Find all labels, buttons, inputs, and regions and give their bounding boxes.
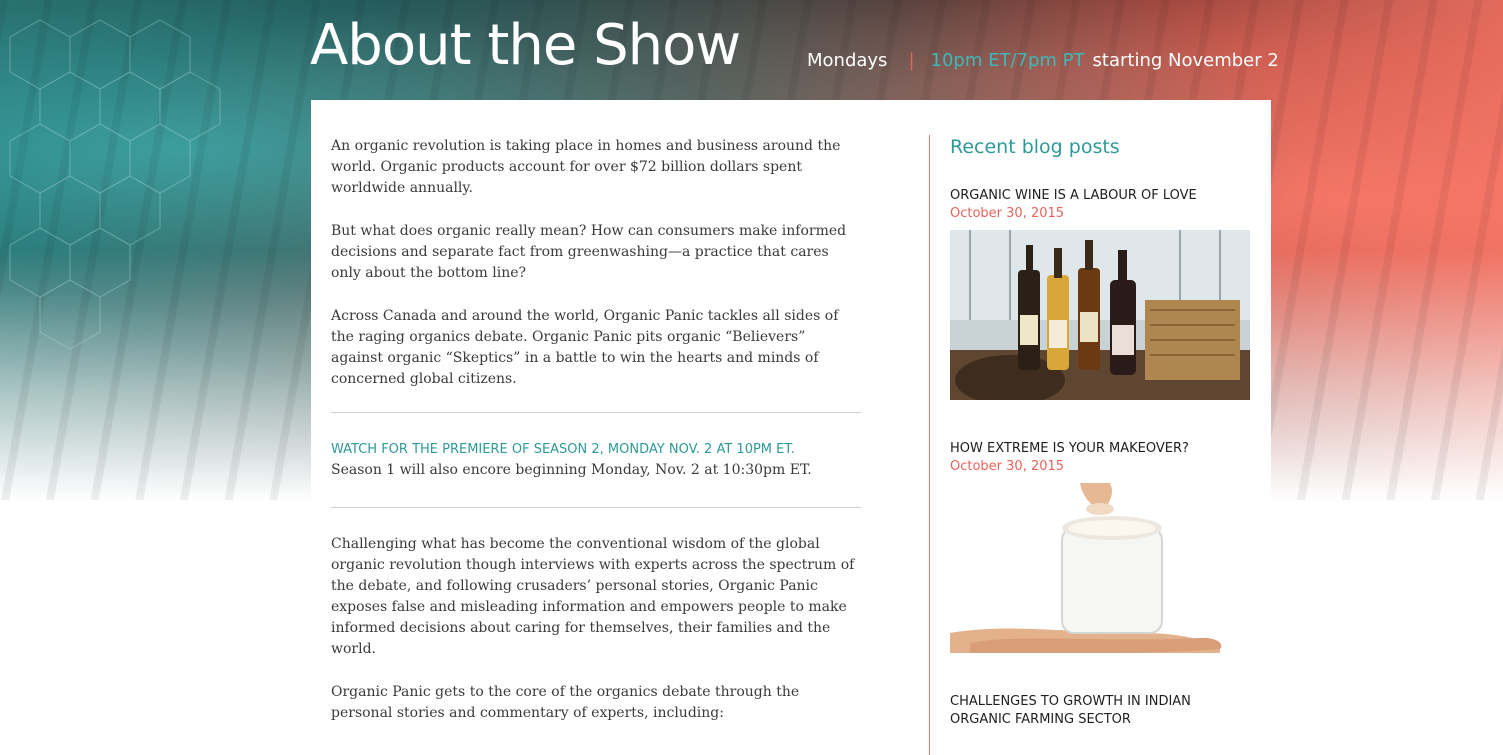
- schedule-banner: Mondays | 10pm ET/7pm PT starting November …: [807, 50, 1279, 72]
- blog-post-title-link[interactable]: CHALLENGES TO GROWTH IN INDIAN ORGANIC F…: [950, 693, 1250, 729]
- sidebar-heading: Recent blog posts: [950, 136, 1120, 158]
- blog-post-title-link[interactable]: HOW EXTREME IS YOUR MAKEOVER?: [950, 440, 1250, 458]
- schedule-day: Mondays: [807, 50, 888, 71]
- main-column: An organic revolution is taking place in…: [331, 136, 861, 746]
- blog-post-date: October 30, 2015: [950, 206, 1065, 221]
- sidebar: Recent blog posts ORGANIC WINE IS A LABO…: [929, 135, 1255, 755]
- blog-post: CHALLENGES TO GROWTH IN INDIAN ORGANIC F…: [950, 693, 1250, 729]
- body-paragraph: Challenging what has become the conventi…: [331, 536, 855, 657]
- intro-paragraph: An organic revolution is taking place in…: [331, 138, 841, 196]
- intro-paragraph: Across Canada and around the world, Orga…: [331, 308, 839, 387]
- cream-jar-image[interactable]: [950, 483, 1250, 653]
- premiere-notice: WATCH FOR THE PREMIERE OF SEASON 2, MOND…: [331, 439, 861, 481]
- hexagon-pattern: [9, 19, 221, 350]
- divider: [331, 507, 861, 508]
- body-paragraph: Organic Panic gets to the core of the or…: [331, 684, 800, 721]
- page-title: About the Show: [310, 13, 741, 78]
- schedule-start-date: starting November 2: [1092, 50, 1279, 71]
- blog-post-date: October 30, 2015: [950, 459, 1065, 474]
- content-card: An organic revolution is taking place in…: [311, 100, 1271, 755]
- wine-bottles-image[interactable]: [950, 230, 1250, 400]
- blog-post-title-link[interactable]: ORGANIC WINE IS A LABOUR OF LOVE: [950, 187, 1250, 205]
- encore-notice: Season 1 will also encore beginning Mond…: [331, 462, 812, 478]
- body-text: Challenging what has become the conventi…: [331, 534, 861, 724]
- blog-post: ORGANIC WINE IS A LABOUR OF LOVE October…: [950, 187, 1250, 400]
- intro-paragraph: But what does organic really mean? How c…: [331, 223, 847, 281]
- premiere-headline: WATCH FOR THE PREMIERE OF SEASON 2, MOND…: [331, 442, 795, 457]
- schedule-separator: |: [908, 50, 915, 71]
- divider: [331, 412, 861, 413]
- blog-post: HOW EXTREME IS YOUR MAKEOVER? October 30…: [950, 440, 1250, 653]
- schedule-time: 10pm ET/7pm PT: [930, 50, 1085, 71]
